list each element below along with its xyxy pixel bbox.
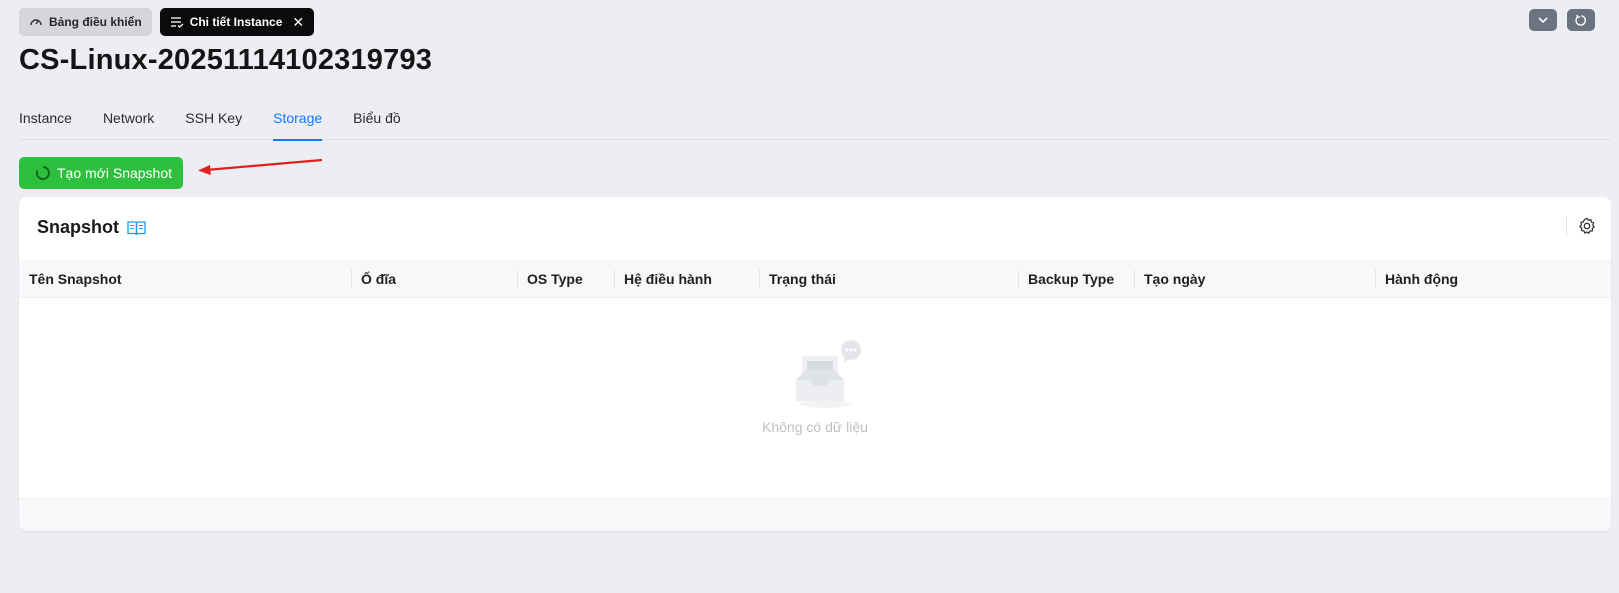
tab-ssh-key[interactable]: SSH Key — [185, 100, 242, 140]
instance-subtabs: Instance Network SSH Key Storage Biểu đồ — [19, 100, 1611, 141]
tab-instance-detail[interactable]: Chi tiết Instance ✕ — [159, 8, 315, 36]
list-check-icon — [170, 17, 184, 28]
divider — [1566, 216, 1567, 236]
close-icon[interactable]: ✕ — [292, 15, 304, 29]
annotation-arrow — [198, 158, 323, 175]
tab-chart[interactable]: Biểu đồ — [353, 100, 400, 140]
loading-spinner-icon — [35, 166, 50, 180]
tab-network[interactable]: Network — [103, 100, 154, 140]
dashboard-icon — [30, 19, 42, 26]
empty-inbox-icon — [796, 340, 861, 408]
card-title: Snapshot — [37, 217, 146, 238]
top-actions — [1529, 9, 1595, 31]
tab-instance[interactable]: Instance — [19, 100, 72, 140]
empty-text: Không có dữ liệu — [762, 419, 868, 435]
table-header: Tên Snapshot Ổ đĩa OS Type Hệ điều hành … — [19, 260, 1611, 298]
tab-storage[interactable]: Storage — [273, 100, 323, 141]
card-header: Snapshot — [19, 197, 1611, 260]
column-header[interactable]: Hệ điều hành — [614, 260, 759, 297]
table-footer — [19, 498, 1611, 531]
column-header[interactable]: Ổ đĩa — [351, 260, 517, 297]
column-header[interactable]: Tạo ngày — [1134, 260, 1375, 297]
card-title-label: Snapshot — [37, 217, 120, 237]
page-title: CS-Linux-20251114102319793 — [19, 44, 433, 76]
tab-dashboard[interactable]: Bảng điều khiển — [19, 8, 152, 36]
column-header[interactable]: Trạng thái — [759, 260, 1018, 297]
create-snapshot-label: Tạo mới Snapshot — [57, 165, 173, 181]
column-header[interactable]: Hành động — [1375, 260, 1611, 297]
gear-icon[interactable] — [1578, 217, 1596, 235]
chevron-down-icon — [1538, 17, 1548, 24]
column-header[interactable]: Backup Type — [1018, 260, 1134, 297]
tab-instance-detail-label: Chi tiết Instance — [189, 15, 283, 29]
tab-dashboard-label: Bảng điều khiển — [49, 15, 142, 29]
refresh-button[interactable] — [1567, 9, 1595, 31]
snapshot-card: Snapshot Tên Snapshot Ổ đĩa OS Type Hệ đ… — [19, 197, 1611, 531]
create-snapshot-button[interactable]: Tạo mới Snapshot — [19, 157, 183, 189]
column-header[interactable]: Tên Snapshot — [19, 260, 351, 297]
page: Bảng điều khiển Chi tiết Instance ✕ CS-L… — [0, 0, 1619, 593]
tab-bar: Bảng điều khiển Chi tiết Instance ✕ — [19, 8, 315, 36]
collapse-button[interactable] — [1529, 9, 1557, 31]
empty-state: Không có dữ liệu — [19, 298, 1611, 498]
column-header[interactable]: OS Type — [517, 260, 614, 297]
book-icon[interactable] — [127, 220, 146, 236]
refresh-icon — [1574, 14, 1586, 26]
